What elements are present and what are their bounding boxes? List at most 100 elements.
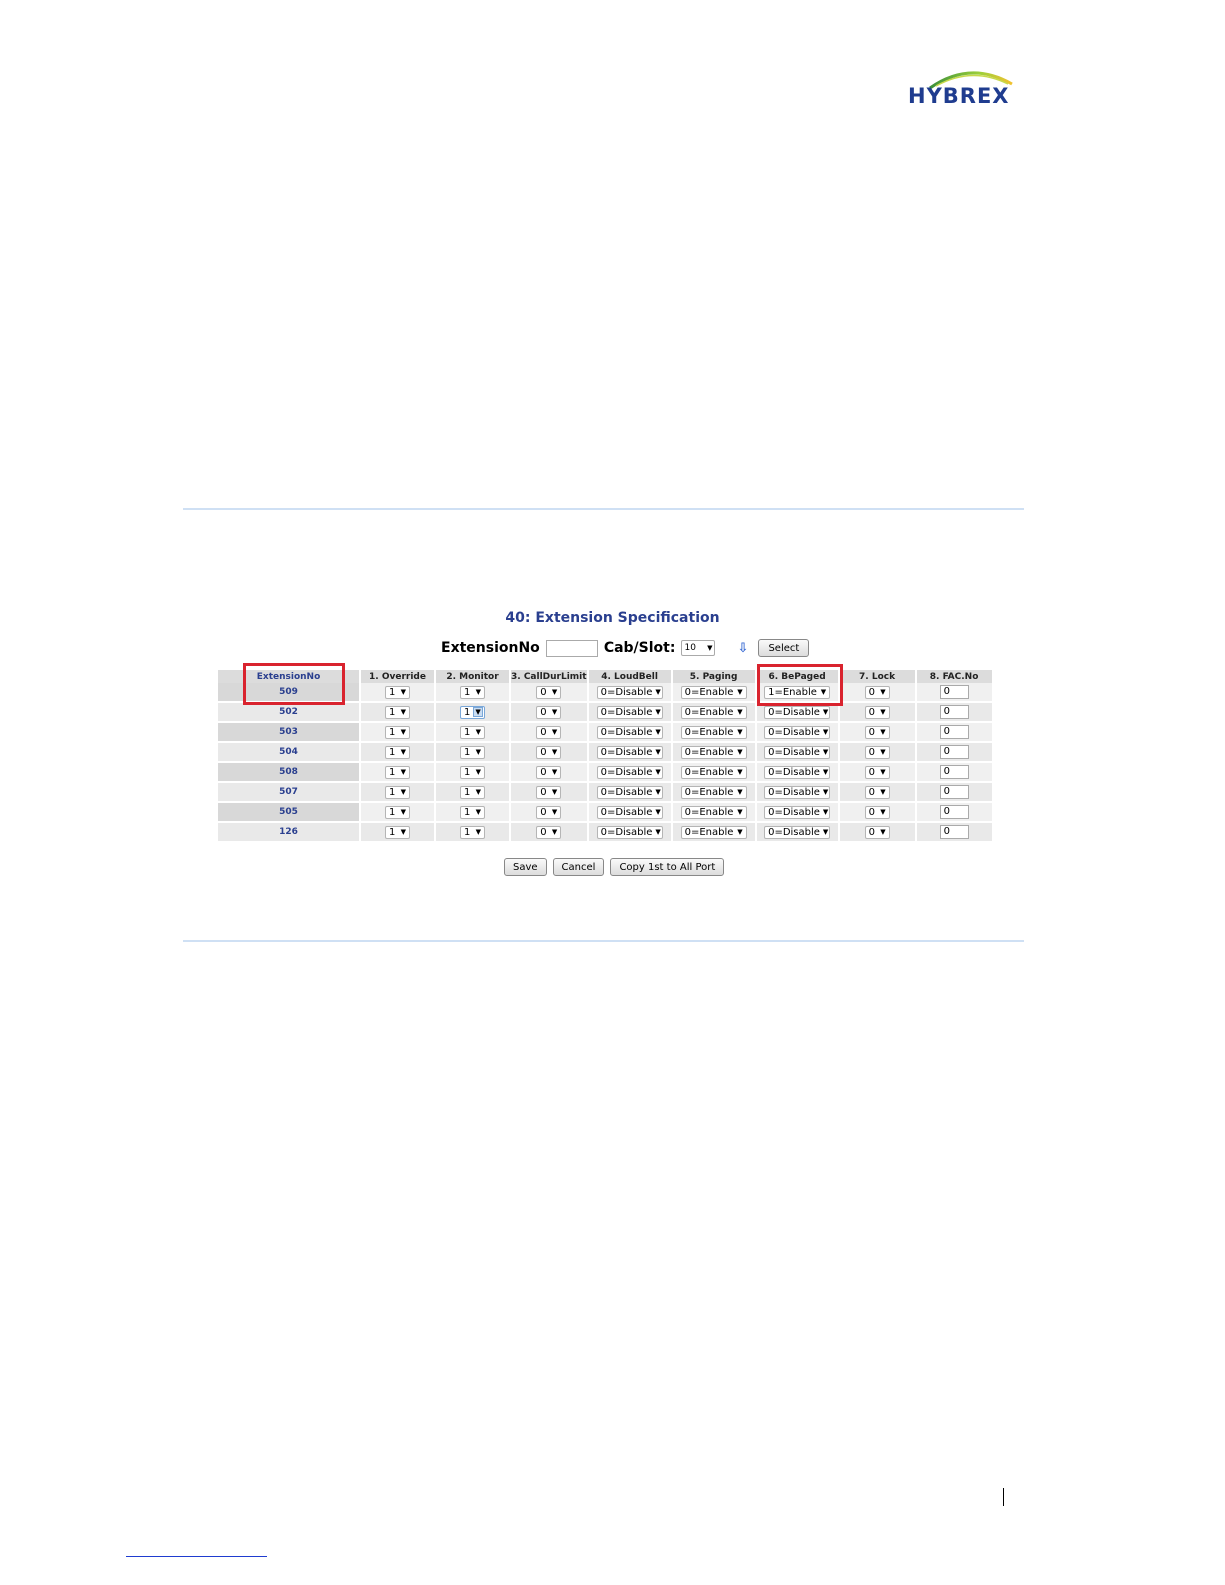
loudbell-select[interactable]: 0=Disable ▼	[596, 745, 663, 759]
override-select[interactable]: 1 ▼	[385, 745, 410, 759]
extension-input[interactable]	[545, 639, 598, 657]
loudbell-select[interactable]: 0=Disable ▼	[596, 825, 663, 839]
loudbell-select[interactable]: 0=Disable ▼	[596, 765, 663, 779]
col-lock: 7. Lock	[839, 670, 915, 683]
lock-select[interactable]: 0 ▼	[864, 765, 890, 779]
col-monitor: 2. Monitor	[436, 670, 509, 683]
bepaged-select[interactable]: 0=Disable ▼	[764, 705, 831, 719]
loudbell-select[interactable]: 0=Disable ▼	[596, 705, 663, 719]
extension-number[interactable]: 503	[218, 723, 359, 743]
loudbell-select[interactable]: 0=Disable ▼	[596, 785, 663, 799]
calldurlimit-select[interactable]: 0 ▼	[536, 725, 562, 739]
bepaged-select[interactable]: 0=Disable ▼	[764, 805, 831, 819]
bepaged-select[interactable]: 0=Disable ▼	[764, 745, 831, 759]
fac-number-input[interactable]: 0	[939, 685, 969, 699]
lock-select[interactable]: 0 ▼	[864, 785, 890, 799]
lock-select[interactable]: 0 ▼	[864, 725, 890, 739]
cabslot-select[interactable]: 10 ▼	[681, 640, 716, 656]
override-select[interactable]: 1 ▼	[385, 685, 410, 699]
lock-select[interactable]: 0 ▼	[864, 805, 890, 819]
calldurlimit-select[interactable]: 0 ▼	[536, 705, 562, 719]
bepaged-select[interactable]: 0=Disable ▼	[764, 825, 831, 839]
fac-number-input[interactable]: 0	[939, 805, 969, 819]
override-select[interactable]: 1 ▼	[385, 705, 410, 719]
paging-select[interactable]: 0=Enable ▼	[680, 685, 747, 699]
override-select[interactable]: 1 ▼	[385, 785, 410, 799]
calldurlimit-select[interactable]: 0 ▼	[536, 745, 562, 759]
paging-select[interactable]: 0=Enable ▼	[680, 825, 747, 839]
paging-select[interactable]: 0=Enable ▼	[680, 725, 747, 739]
table-cell: 0	[916, 803, 992, 823]
paging-select[interactable]: 0=Enable ▼	[680, 805, 747, 819]
monitor-select[interactable]: 1 ▼	[460, 825, 485, 839]
override-select[interactable]: 1 ▼	[385, 805, 410, 819]
select-value: 0	[868, 826, 875, 838]
paging-select[interactable]: 0=Enable ▼	[680, 705, 747, 719]
bepaged-select[interactable]: 0=Disable ▼	[764, 765, 831, 779]
chevron-down-icon: ▼	[655, 768, 661, 776]
select-button[interactable]: Select	[758, 639, 810, 657]
save-button[interactable]: Save	[504, 858, 547, 876]
select-value: 1	[464, 686, 471, 698]
chevron-down-icon: ▼	[400, 768, 406, 776]
lock-select[interactable]: 0 ▼	[864, 825, 890, 839]
bottom-rule	[183, 940, 1024, 942]
chevron-down-icon: ▼	[737, 708, 743, 716]
extension-number[interactable]: 508	[218, 763, 359, 783]
paging-select[interactable]: 0=Enable ▼	[680, 765, 747, 779]
monitor-select[interactable]: 1 ▼	[460, 685, 485, 699]
select-value: 1	[389, 686, 396, 698]
chevron-down-icon: ▼	[551, 708, 558, 716]
override-select[interactable]: 1 ▼	[385, 765, 410, 779]
lock-select[interactable]: 0 ▼	[864, 685, 890, 699]
chevron-down-icon: ▼	[655, 808, 661, 816]
cancel-button[interactable]: Cancel	[552, 858, 605, 876]
chevron-down-icon: ▼	[551, 688, 558, 696]
monitor-select[interactable]: 1 ▼	[460, 785, 485, 799]
paging-select[interactable]: 0=Enable ▼	[680, 745, 747, 759]
extension-number[interactable]: 507	[218, 783, 359, 803]
fac-number-input[interactable]: 0	[939, 825, 969, 839]
fac-number-input[interactable]: 0	[939, 705, 969, 719]
lock-select[interactable]: 0 ▼	[864, 705, 890, 719]
monitor-select[interactable]: 1 ▼	[460, 745, 485, 759]
extension-number[interactable]: 126	[218, 823, 359, 843]
loudbell-select[interactable]: 0=Disable ▼	[596, 685, 663, 699]
lock-select[interactable]: 0 ▼	[864, 745, 890, 759]
monitor-select[interactable]: 1 ▼	[460, 705, 485, 719]
table-cell: 1 ▼	[361, 723, 434, 743]
calldurlimit-select[interactable]: 0 ▼	[536, 685, 562, 699]
monitor-select[interactable]: 1 ▼	[460, 725, 485, 739]
paging-select[interactable]: 0=Enable ▼	[680, 785, 747, 799]
override-select[interactable]: 1 ▼	[385, 725, 410, 739]
calldurlimit-select[interactable]: 0 ▼	[536, 785, 562, 799]
table-cell: 0	[916, 763, 992, 783]
table-cell: 0	[916, 723, 992, 743]
extension-number[interactable]: 505	[218, 803, 359, 823]
bepaged-select[interactable]: 0=Disable ▼	[764, 785, 831, 799]
calldurlimit-select[interactable]: 0 ▼	[536, 765, 562, 779]
chevron-down-icon: ▼	[400, 808, 406, 816]
loudbell-select[interactable]: 0=Disable ▼	[596, 725, 663, 739]
table-cell: 1 ▼	[361, 823, 434, 843]
override-select[interactable]: 1 ▼	[385, 825, 410, 839]
fac-number-input[interactable]: 0	[939, 725, 969, 739]
copy-first-to-all-button[interactable]: Copy 1st to All Port	[610, 858, 725, 876]
page-divider	[1003, 1488, 1004, 1506]
arrow-down-icon[interactable]: ⇩	[737, 641, 748, 656]
calldurlimit-select[interactable]: 0 ▼	[536, 825, 562, 839]
monitor-select[interactable]: 1 ▼	[460, 765, 485, 779]
loudbell-select[interactable]: 0=Disable ▼	[596, 805, 663, 819]
chevron-down-icon: ▼	[822, 728, 829, 736]
select-value: 1	[389, 706, 396, 718]
col-facno: 8. FAC.No	[916, 670, 992, 683]
calldurlimit-select[interactable]: 0 ▼	[536, 805, 562, 819]
monitor-select[interactable]: 1 ▼	[460, 805, 485, 819]
fac-number-input[interactable]: 0	[939, 765, 969, 779]
fac-number-input[interactable]: 0	[939, 785, 969, 799]
extension-number[interactable]: 504	[218, 743, 359, 763]
bepaged-select[interactable]: 0=Disable ▼	[764, 725, 831, 739]
fac-number-input[interactable]: 0	[939, 745, 969, 759]
extension-number[interactable]: 502	[218, 703, 359, 723]
chevron-down-icon: ▼	[880, 728, 886, 736]
